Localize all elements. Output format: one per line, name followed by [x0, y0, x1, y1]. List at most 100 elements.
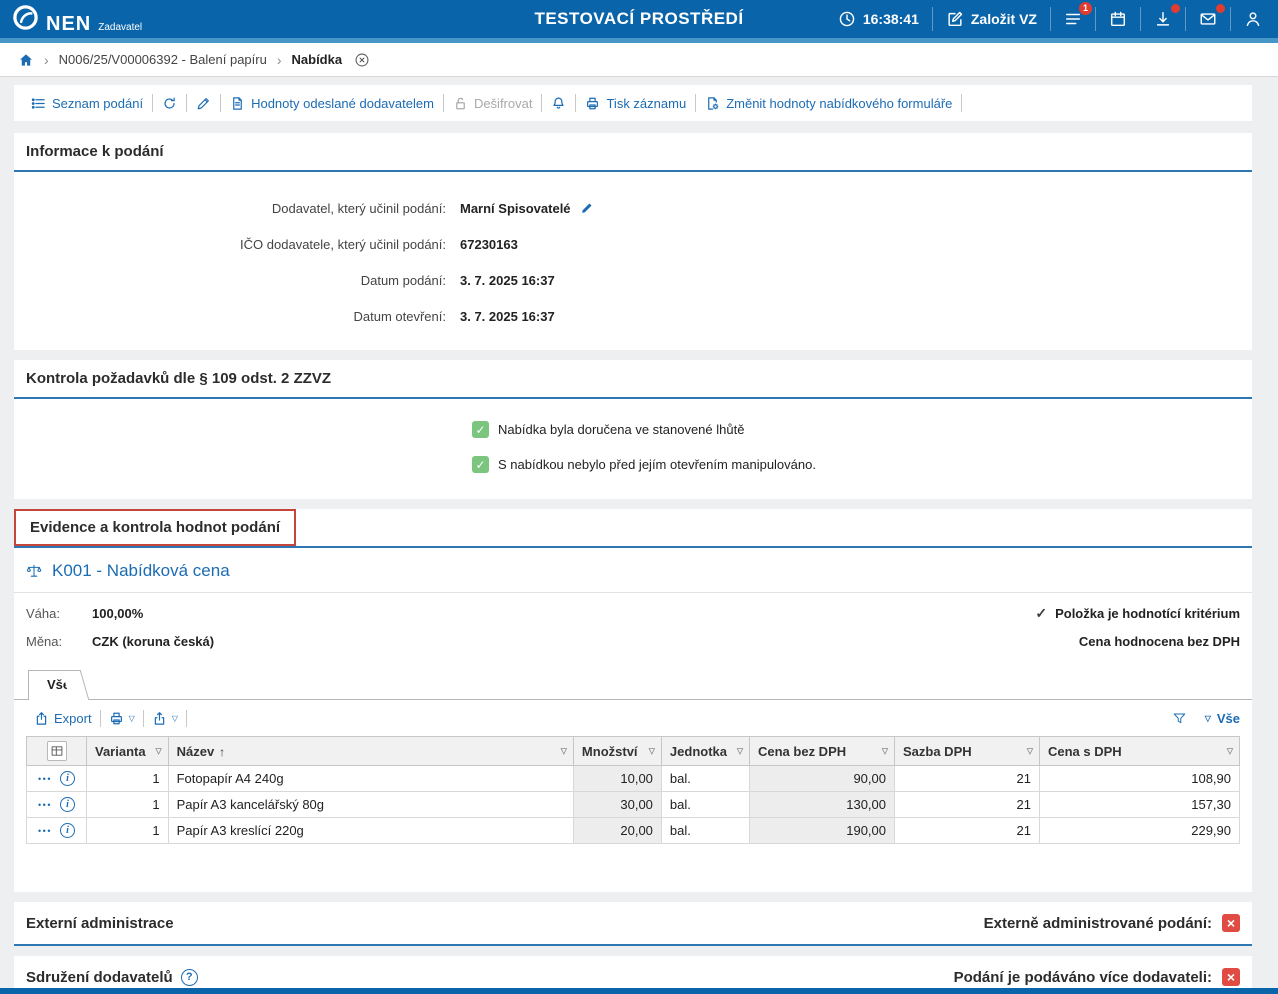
field-label: Dodavatel, který učinil podání: — [14, 201, 460, 216]
column-header-cena-bez-dph[interactable]: Cena bez DPH▽ — [750, 737, 895, 766]
sdruzeni-flag-cross-icon[interactable]: × — [1222, 968, 1240, 986]
toolbar-tisk-zaznamu-button[interactable]: Tisk záznamu — [576, 96, 695, 111]
cell-sazba-dph: 21 — [895, 766, 1040, 792]
info-icon[interactable]: i — [60, 823, 75, 838]
export-button[interactable]: Export — [26, 711, 100, 726]
form-row: Dodavatel, který učinil podání: Marní Sp… — [14, 190, 1252, 226]
menu-button[interactable]: 1 — [1060, 10, 1086, 28]
cell-nazev: Papír A3 kreslící 220g — [168, 818, 573, 844]
vat-note: Cena hodnocena bez DPH — [1079, 634, 1240, 649]
help-icon[interactable]: ? — [181, 969, 198, 986]
sort-asc-icon[interactable]: ↑ — [219, 745, 225, 759]
filter-arrow-icon[interactable]: ▽ — [737, 747, 743, 756]
form-row: IČO dodavatele, který učinil podání: 672… — [14, 226, 1252, 262]
calendar-button[interactable] — [1105, 10, 1131, 28]
ico-value: 67230163 — [460, 237, 518, 252]
toolbar-hodnoty-odeslane-button[interactable]: Hodnoty odeslané dodavatelem — [221, 96, 443, 111]
toolbar-edit-button[interactable] — [187, 96, 220, 111]
tab-vse[interactable]: Vše — [28, 670, 76, 700]
green-check-icon: ✓ — [472, 421, 489, 438]
table-row[interactable]: ••• i 1 Papír A3 kreslící 220g 20,00 bal… — [27, 818, 1240, 844]
filter-arrow-icon[interactable]: ▽ — [1027, 747, 1033, 756]
form-row: Datum otevření: 3. 7. 2025 16:37 — [14, 298, 1252, 334]
cell-cena-s-dph: 229,90 — [1040, 818, 1240, 844]
cell-nazev: Fotopapír A4 240g — [168, 766, 573, 792]
row-actions-icon[interactable]: ••• — [38, 826, 52, 836]
filter-all-select[interactable]: ▽ Vše — [1205, 711, 1240, 726]
section-informace-k-podani: Informace k podání Dodavatel, který učin… — [14, 133, 1252, 350]
profile-button[interactable] — [1240, 10, 1266, 28]
filter-all-label: Vše — [1217, 711, 1240, 726]
table-row[interactable]: ••• i 1 Papír A3 kancelářský 80g 30,00 b… — [27, 792, 1240, 818]
divider — [961, 94, 962, 112]
info-icon[interactable]: i — [60, 797, 75, 812]
row-actions-icon[interactable]: ••• — [38, 774, 52, 784]
home-icon[interactable] — [18, 52, 34, 68]
printer-icon — [109, 711, 124, 726]
filter-arrow-icon[interactable]: ▽ — [155, 747, 161, 756]
toolbar-refresh-button[interactable] — [153, 96, 186, 111]
share-grid-button[interactable]: ▽ — [144, 711, 186, 726]
column-settings-icon[interactable] — [47, 741, 67, 761]
column-header-nazev[interactable]: Název↑▽ — [168, 737, 573, 766]
weight-label: Váha: — [26, 606, 92, 621]
row-actions-icon[interactable]: ••• — [38, 800, 52, 810]
section-title: Evidence a kontrola hodnot podání — [30, 519, 280, 536]
section-title: Externí administrace — [26, 915, 174, 932]
clock: 16:38:41 — [834, 10, 923, 28]
print-grid-button[interactable]: ▽ — [101, 711, 143, 726]
toolbar-notifications-button[interactable] — [542, 96, 575, 111]
filter-icon[interactable] — [1172, 711, 1187, 726]
toolbar-zmenit-hodnoty-button[interactable]: Změnit hodnoty nabídkového formuláře — [696, 96, 961, 111]
grid-tabs: Vše — [14, 669, 1252, 700]
check-row: ✓ Nabídka byla doručena ve stanovené lhů… — [472, 421, 1252, 438]
cell-nazev: Papír A3 kancelářský 80g — [168, 792, 573, 818]
cell-cena-bez-dph: 130,00 — [750, 792, 895, 818]
downloads-button[interactable] — [1150, 10, 1176, 28]
column-header-sazba-dph[interactable]: Sazba DPH▽ — [895, 737, 1040, 766]
table-row[interactable]: ••• i 1 Fotopapír A4 240g 10,00 bal. 90,… — [27, 766, 1240, 792]
document-icon — [230, 96, 245, 111]
column-header-varianta[interactable]: Varianta▽ — [87, 737, 169, 766]
cell-sazba-dph: 21 — [895, 792, 1040, 818]
breadcrumb-separator: › — [44, 52, 49, 68]
person-icon — [1244, 10, 1262, 28]
column-header-jednotka[interactable]: Jednotka▽ — [661, 737, 749, 766]
currency-row: Měna: CZK (koruna česká) Cena hodnocena … — [14, 628, 1252, 655]
nen-logo[interactable]: NEN Zadavatel — [12, 4, 142, 34]
nen-logo-icon — [12, 4, 39, 31]
menu-icon — [1064, 10, 1082, 28]
printer-icon — [585, 96, 600, 111]
breadcrumb-contract[interactable]: N006/25/V00006392 - Balení papíru — [59, 52, 267, 67]
green-check-icon: ✓ — [472, 456, 489, 473]
filter-arrow-icon[interactable]: ▽ — [882, 747, 888, 756]
breadcrumb-separator: › — [277, 52, 282, 68]
cell-jednotka: bal. — [661, 818, 749, 844]
export-label: Export — [54, 711, 92, 726]
filter-arrow-icon[interactable]: ▽ — [561, 747, 567, 756]
toolbar-seznam-podani-button[interactable]: Seznam podání — [22, 96, 152, 111]
download-badge — [1171, 4, 1180, 13]
section-title: Sdružení dodavatelů — [26, 969, 173, 986]
section-externi-administrace: Externí administrace Externě administrov… — [14, 902, 1252, 946]
info-icon[interactable]: i — [60, 771, 75, 786]
dropdown-arrow-icon: ▽ — [1205, 715, 1211, 723]
externi-flag-cross-icon[interactable]: × — [1222, 914, 1240, 932]
section-title: Informace k podání — [26, 143, 1240, 160]
column-header-mnozstvi[interactable]: Množství▽ — [573, 737, 661, 766]
criterion-header: K001 - Nabídková cena — [14, 548, 1252, 593]
filter-arrow-icon[interactable]: ▽ — [1227, 747, 1233, 756]
create-vz-button[interactable]: Založit VZ — [942, 10, 1041, 28]
download-icon — [1154, 10, 1172, 28]
cell-varianta: 1 — [87, 818, 169, 844]
externi-flag-label: Externě administrované podání: — [984, 915, 1212, 932]
column-header-cena-s-dph[interactable]: Cena s DPH▽ — [1040, 737, 1240, 766]
datum-otevreni-value: 3. 7. 2025 16:37 — [460, 309, 555, 324]
close-tab-icon[interactable] — [354, 52, 370, 68]
filter-arrow-icon[interactable]: ▽ — [649, 747, 655, 756]
breadcrumb-current: Nabídka — [292, 52, 343, 67]
messages-button[interactable] — [1195, 10, 1221, 28]
edit-supplier-icon[interactable] — [580, 201, 594, 215]
divider — [1230, 7, 1231, 31]
export-icon — [34, 711, 49, 726]
